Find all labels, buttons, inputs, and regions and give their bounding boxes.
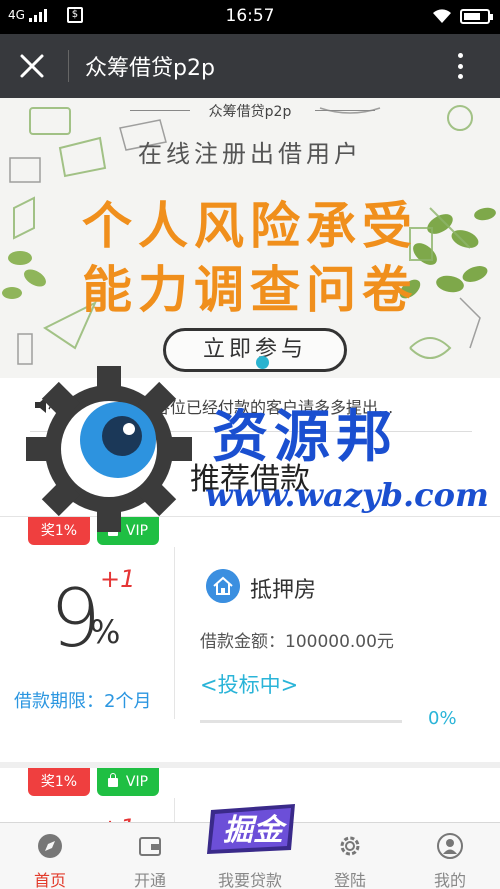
promo-banner[interactable]: 众筹借贷p2p 在线注册出借用户 个人风险承受 能力调查问卷 立即参与 — [0, 98, 500, 378]
status-bar: 4G $ 16:57 — [0, 0, 500, 34]
watermark-url: www.wazyb.com — [205, 476, 489, 514]
close-icon[interactable] — [14, 48, 50, 84]
banner-subtitle: 在线注册出借用户 — [138, 140, 362, 168]
vip-badge: VIP — [97, 768, 159, 796]
wifi-icon — [433, 9, 451, 23]
carousel-indicator[interactable] — [256, 356, 269, 369]
battery-icon — [460, 8, 493, 24]
bonus-rate: +1 — [100, 565, 136, 593]
tab-label: 首页 — [33, 871, 66, 889]
tab-label: 开通 — [133, 871, 166, 889]
gear-icon — [340, 836, 360, 856]
jue-jin-badge: 掘金 — [207, 804, 295, 854]
title-divider — [68, 50, 69, 82]
tab-open[interactable]: 开通 — [100, 823, 200, 889]
tab-label: 我要贷款 — [217, 871, 282, 889]
banner-headline-1: 个人风险承受 — [82, 197, 418, 255]
card-divider — [174, 547, 175, 719]
progress-text: 0% — [428, 708, 457, 729]
title-bar: 众筹借贷p2p — [0, 34, 500, 98]
tab-label: 登陆 — [333, 871, 366, 889]
loan-type: 抵押房 — [250, 578, 317, 603]
clock: 16:57 — [225, 6, 275, 26]
progress-bar — [200, 720, 402, 723]
banner-brand: 众筹借贷p2p — [208, 104, 292, 120]
compass-icon — [38, 834, 62, 858]
rate-unit: % — [90, 613, 121, 651]
lock-icon — [107, 773, 118, 787]
tab-label: 我的 — [433, 871, 466, 889]
vip-label: VIP — [125, 774, 149, 790]
user-icon — [437, 833, 463, 859]
tab-mine[interactable]: 我的 — [400, 823, 500, 889]
watermark-text: 资源邦 — [212, 404, 398, 470]
bid-status[interactable]: <投标中> — [200, 669, 298, 699]
more-menu-icon[interactable] — [444, 50, 476, 82]
house-icon — [206, 569, 240, 603]
loan-term: 借款期限：2个月 — [14, 691, 152, 712]
reward-badge: 奖1% — [28, 768, 90, 796]
brand-line-right — [315, 110, 375, 111]
wallet-icon — [139, 837, 161, 856]
watermark-gear-logo — [26, 366, 192, 532]
loan-amount: 借款金额：100000.00元 — [200, 632, 394, 652]
tab-login[interactable]: 登陆 — [300, 823, 400, 889]
loan-card[interactable]: 奖1% VIP +1 9 % 借款期限：2个月 抵押房 借款金额：100000.… — [0, 516, 500, 762]
page-title: 众筹借贷p2p — [85, 56, 215, 81]
svg-text:掘金: 掘金 — [223, 813, 288, 848]
banner-headline-2: 能力调查问卷 — [82, 261, 418, 319]
tab-home[interactable]: 首页 — [0, 823, 100, 889]
